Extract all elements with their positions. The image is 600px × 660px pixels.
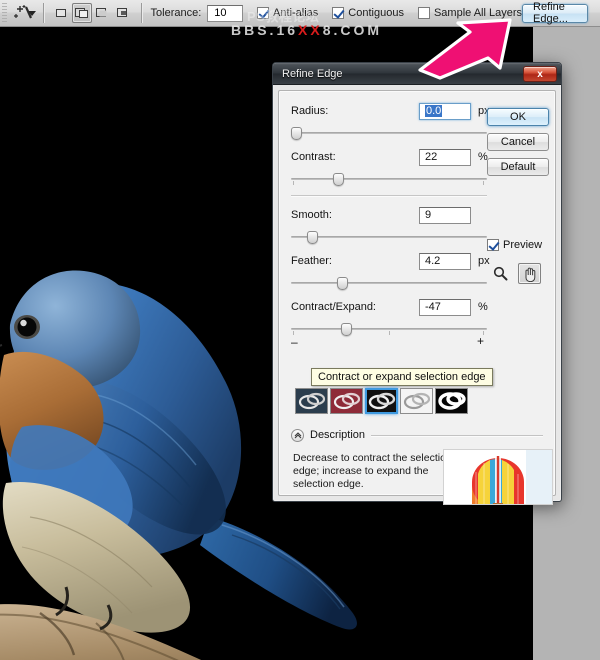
rings-glyph <box>367 390 397 412</box>
contrast-slider-track <box>291 178 487 180</box>
new-selection-button[interactable] <box>51 3 71 23</box>
contract-minus-label: – <box>291 335 298 349</box>
intersect-with-selection-button[interactable] <box>114 3 134 23</box>
feather-slider[interactable] <box>291 277 487 289</box>
cancel-button[interactable]: Cancel <box>487 133 549 151</box>
section-divider <box>291 195 487 196</box>
rings-glyph <box>402 390 432 412</box>
contrast-label: Contrast: <box>291 151 336 163</box>
tolerance-input[interactable]: 10 <box>207 5 243 22</box>
tolerance-label: Tolerance: <box>151 7 202 19</box>
radius-slider[interactable] <box>291 127 487 139</box>
quick-mask-preview-thumbnail[interactable] <box>330 388 363 414</box>
contrast-input[interactable]: 22 <box>419 149 471 166</box>
feather-input[interactable]: 4.2 <box>419 253 471 270</box>
smooth-slider[interactable] <box>291 231 487 243</box>
preview-label: Preview <box>503 239 542 251</box>
on-white-preview-thumbnail[interactable] <box>400 388 433 414</box>
contrast-slider-thumb[interactable] <box>333 173 344 186</box>
anti-alias-label: Anti-alias <box>273 7 318 19</box>
standard-preview-thumbnail[interactable] <box>295 388 328 414</box>
contrast-slider-tick <box>293 181 294 185</box>
contrast-slider-tick <box>483 181 484 185</box>
feather-unit: px <box>478 255 490 267</box>
description-example-image <box>443 449 553 505</box>
contiguous-checkbox[interactable]: Contiguous <box>332 7 404 19</box>
feather-slider-track <box>291 282 487 284</box>
mask-preview-thumbnail[interactable] <box>435 388 468 414</box>
smooth-slider-track <box>291 236 487 238</box>
options-bar-grip[interactable] <box>2 3 7 23</box>
contract-expand-unit: % <box>478 301 488 313</box>
feather-slider-thumb[interactable] <box>337 277 348 290</box>
divider <box>141 3 142 23</box>
smooth-label: Smooth: <box>291 209 332 221</box>
rings-glyph <box>437 390 467 412</box>
magic-wand-icon[interactable] <box>11 2 27 24</box>
radius-slider-thumb[interactable] <box>291 127 302 140</box>
contract-expand-slider-thumb[interactable] <box>341 323 352 336</box>
rings-glyph <box>297 390 327 412</box>
contiguous-label: Contiguous <box>348 7 404 19</box>
refine-edge-dialog: Refine Edge x Radius: 0.0 px Contrast: 2… <box>272 62 562 502</box>
collapse-icon[interactable] <box>291 429 304 442</box>
radius-row: Radius: 0.0 px <box>291 105 487 117</box>
ok-button[interactable]: OK <box>487 108 549 126</box>
default-button[interactable]: Default <box>487 158 549 176</box>
contract-expand-slider-track <box>291 328 487 330</box>
preview-mode-thumbnails <box>295 388 468 414</box>
add-to-selection-button[interactable] <box>72 3 92 23</box>
description-title: Description <box>310 429 365 441</box>
smooth-input[interactable]: 9 <box>419 207 471 224</box>
on-black-preview-thumbnail[interactable] <box>365 388 398 414</box>
anti-alias-checkbox-box[interactable] <box>257 7 269 19</box>
radius-label: Radius: <box>291 105 328 117</box>
contract-expand-slider[interactable] <box>291 323 487 335</box>
preview-checkbox[interactable]: Preview <box>487 239 542 251</box>
contrast-slider[interactable] <box>291 173 487 185</box>
feather-row: Feather: 4.2 px <box>291 255 487 267</box>
dialog-title: Refine Edge <box>282 68 343 80</box>
contract-expand-slider-tick <box>389 331 390 335</box>
contract-expand-label: Contract/Expand: <box>291 301 376 313</box>
contiguous-checkbox-box[interactable] <box>332 7 344 19</box>
radius-slider-track <box>291 132 487 134</box>
contract-expand-row: Contract/Expand: -47 % <box>291 301 487 313</box>
hot-air-balloon-image <box>444 450 552 504</box>
hand-tool-icon[interactable] <box>518 263 541 284</box>
contract-expand-input[interactable]: -47 <box>419 299 471 316</box>
zoom-tool-icon[interactable] <box>489 263 512 284</box>
subtract-from-selection-button[interactable] <box>93 3 113 23</box>
dialog-tools <box>489 263 541 284</box>
description-text: Decrease to contract the selection edge;… <box>293 452 453 491</box>
smooth-slider-thumb[interactable] <box>307 231 318 244</box>
rings-glyph <box>332 390 362 412</box>
contrast-row: Contrast: 22 % <box>291 151 487 163</box>
contract-expand-tooltip: Contract or expand selection edge <box>311 368 493 386</box>
annotation-arrow <box>414 18 532 80</box>
feather-label: Feather: <box>291 255 332 267</box>
radius-input[interactable]: 0.0 <box>419 103 471 120</box>
description-header[interactable]: Description <box>291 428 543 442</box>
selection-mode-group <box>51 3 134 23</box>
preview-checkbox-box[interactable] <box>487 239 499 251</box>
smooth-row: Smooth: 9 <box>291 209 487 221</box>
expand-plus-label: + <box>477 334 484 348</box>
description-rule <box>371 435 543 436</box>
anti-alias-checkbox[interactable]: Anti-alias <box>257 7 318 19</box>
divider <box>43 3 44 23</box>
